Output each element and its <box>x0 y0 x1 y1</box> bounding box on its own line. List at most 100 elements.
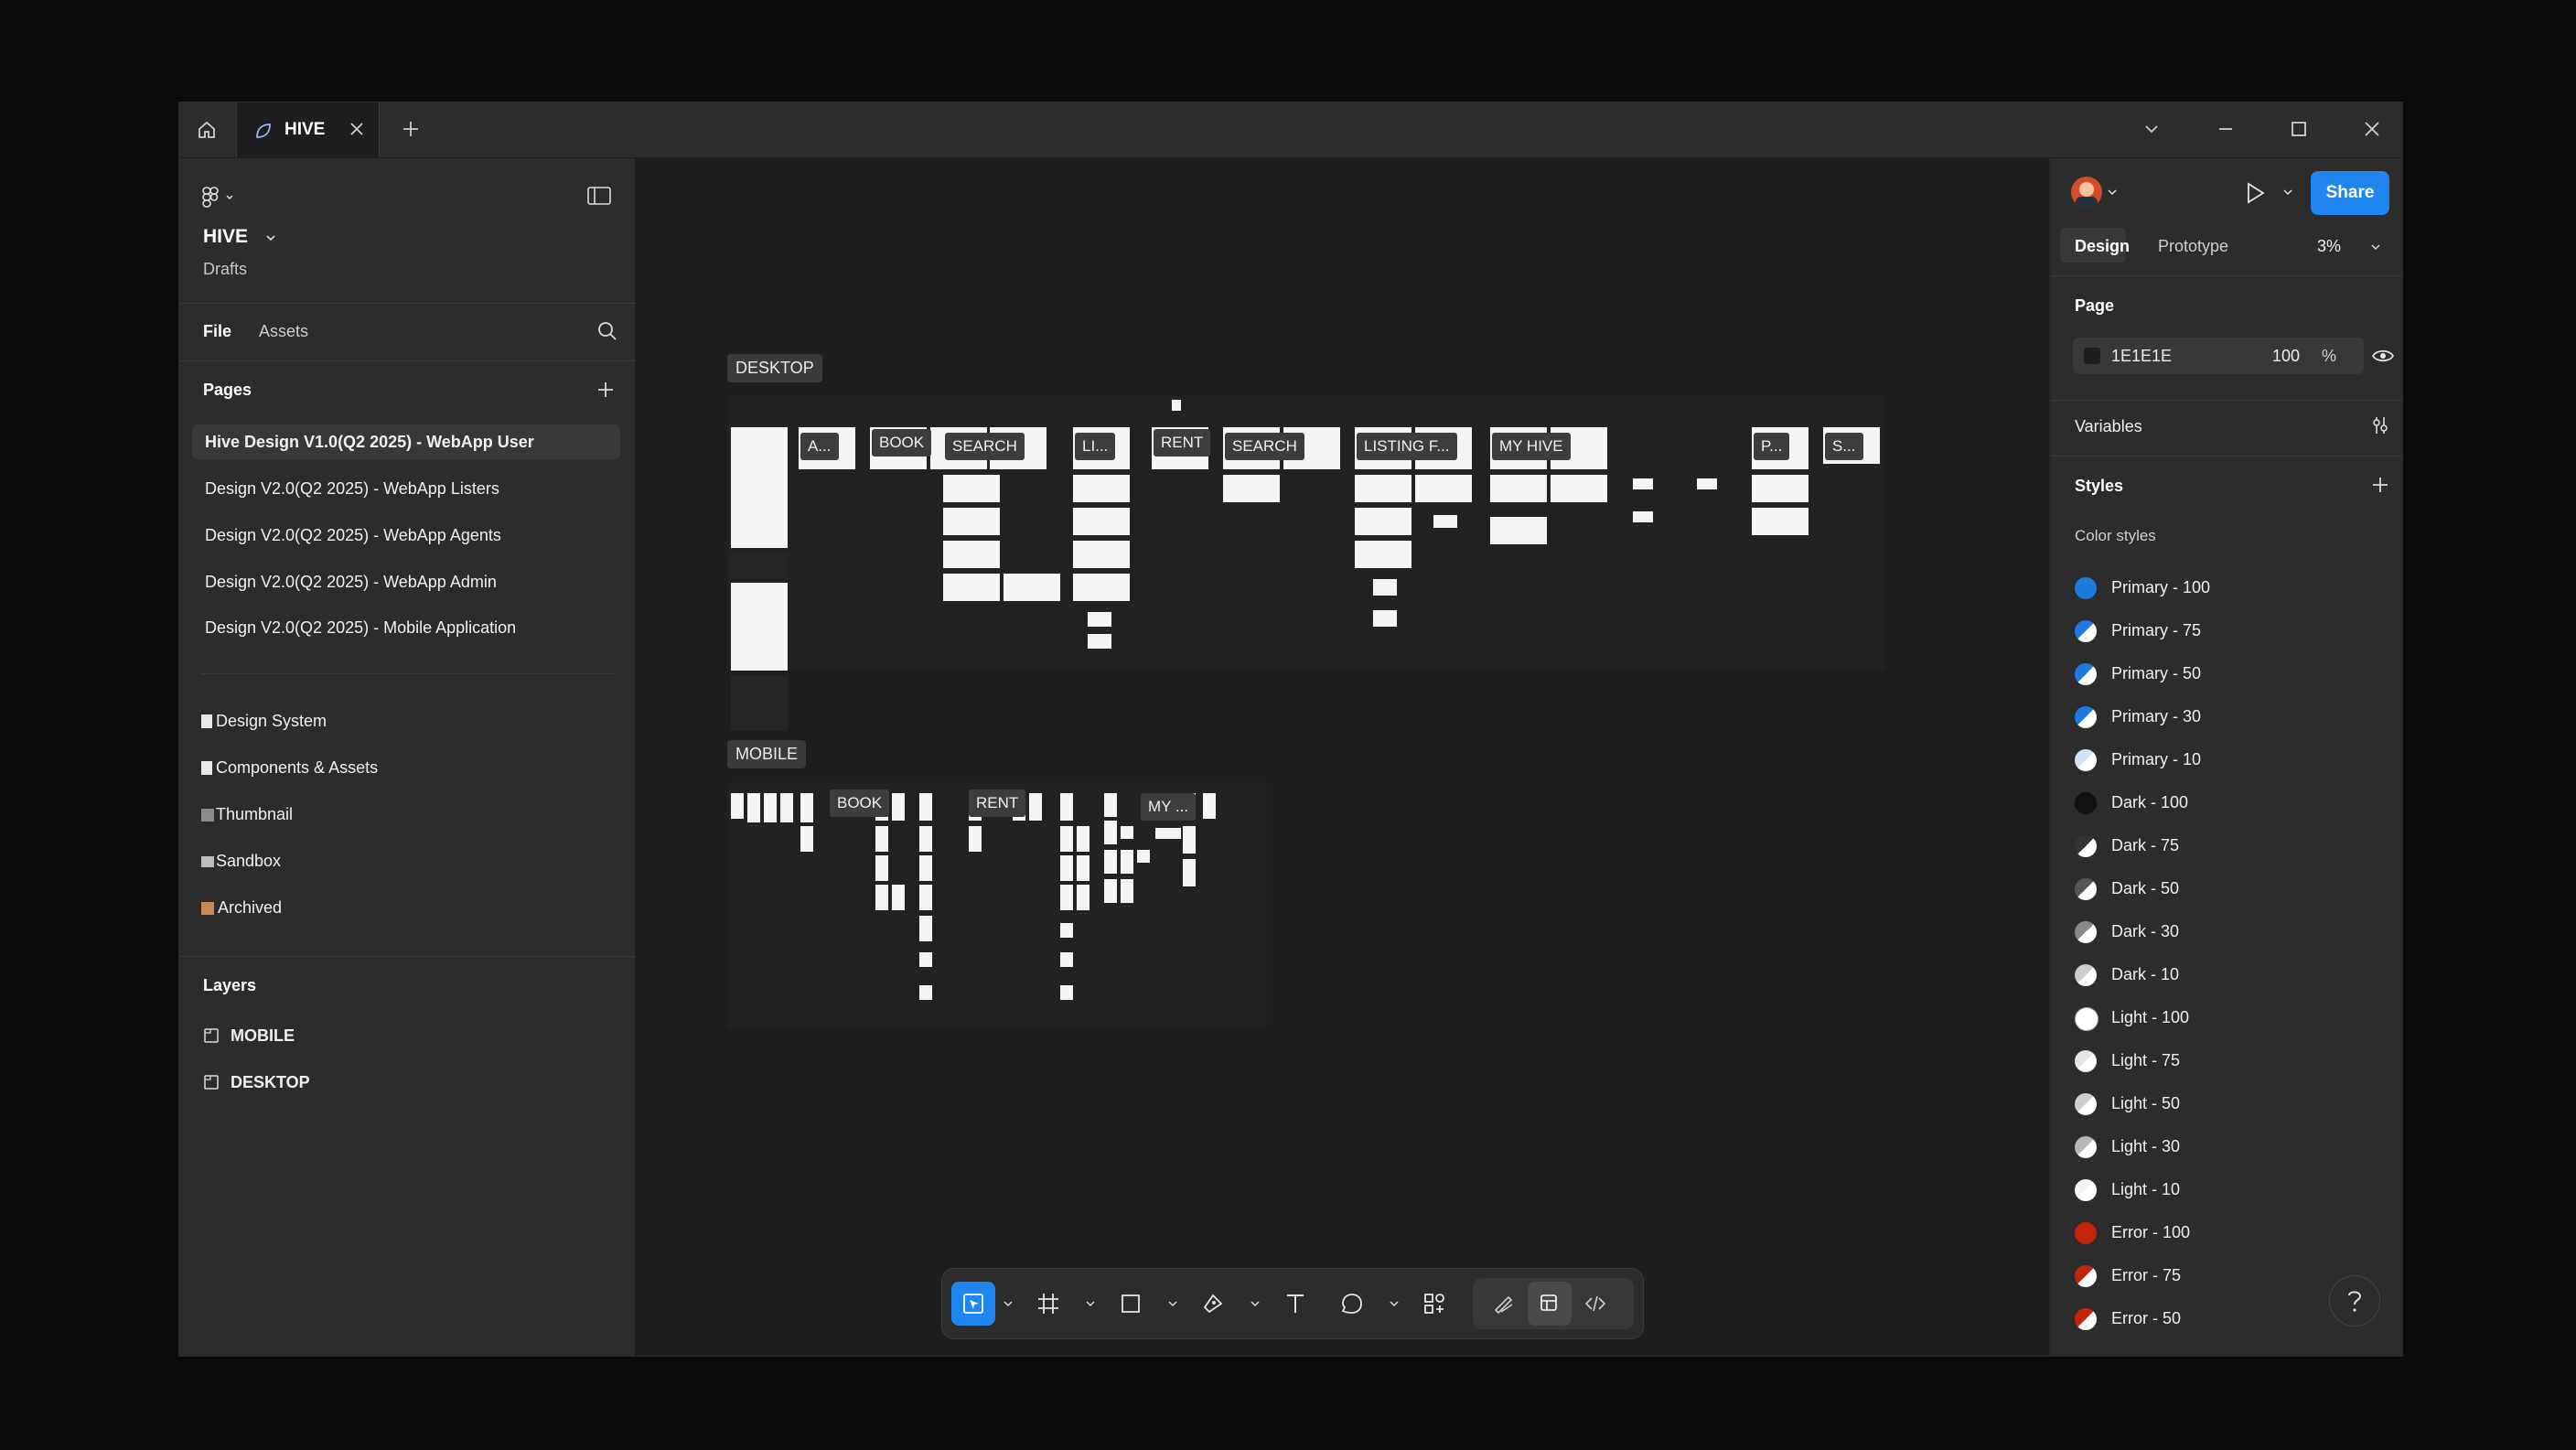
page-item-components[interactable]: Components & Assets <box>192 750 620 785</box>
design-mode-icon[interactable] <box>1528 1282 1572 1326</box>
section-label[interactable]: LI... <box>1075 433 1116 460</box>
screen-thumbnail[interactable] <box>731 583 788 671</box>
screen-thumbnail[interactable] <box>731 427 788 548</box>
screen-thumbnail[interactable] <box>1060 985 1073 1000</box>
chevron-down-icon[interactable] <box>2140 117 2163 145</box>
screen-thumbnail[interactable] <box>1060 923 1073 938</box>
screen-thumbnail[interactable] <box>1104 821 1117 844</box>
page-opacity[interactable]: 100 <box>2272 347 2300 366</box>
section-label[interactable]: BOOK <box>830 789 890 817</box>
page-item[interactable]: Design V2.0(Q2 2025) - WebApp Agents <box>192 518 620 553</box>
chevron-down-icon[interactable] <box>1250 1296 1261 1313</box>
file-name[interactable]: HIVE <box>203 226 248 248</box>
main-menu-icon[interactable] <box>201 186 236 214</box>
section-label[interactable]: RENT <box>1154 429 1211 456</box>
layer-item-desktop[interactable]: DESKTOP <box>192 1065 620 1100</box>
screen-thumbnail[interactable] <box>1121 850 1133 874</box>
screen-thumbnail[interactable] <box>875 855 888 881</box>
tab-hive[interactable]: HIVE <box>236 102 380 157</box>
screen-thumbnail[interactable] <box>919 916 932 941</box>
screen-thumbnail[interactable] <box>919 793 932 821</box>
screen-thumbnail[interactable] <box>1633 478 1653 489</box>
screen-thumbnail[interactable] <box>1004 574 1060 601</box>
chevron-down-icon[interactable] <box>1085 1296 1096 1313</box>
screen-thumbnail[interactable] <box>1373 579 1397 596</box>
draw-mode-icon[interactable] <box>1482 1282 1526 1326</box>
screen-thumbnail[interactable] <box>1373 610 1397 627</box>
screen-thumbnail[interactable] <box>943 475 1000 502</box>
screen-thumbnail[interactable] <box>969 826 982 852</box>
screen-thumbnail[interactable] <box>943 541 1000 568</box>
screen-thumbnail[interactable] <box>1355 475 1411 502</box>
page-item-archived[interactable]: Archived <box>192 890 620 925</box>
screen-thumbnail[interactable] <box>1073 541 1130 568</box>
screen-thumbnail[interactable] <box>1183 826 1196 854</box>
rectangle-tool-icon[interactable] <box>1109 1282 1153 1326</box>
screen-thumbnail[interactable] <box>1183 859 1196 886</box>
screen-thumbnail[interactable] <box>1088 634 1111 649</box>
screen-thumbnail[interactable] <box>919 885 932 910</box>
section-label[interactable]: SEARCH <box>945 433 1025 460</box>
screen-thumbnail[interactable] <box>1752 475 1809 502</box>
chevron-down-icon[interactable] <box>1003 1296 1014 1313</box>
screen-thumbnail[interactable] <box>1355 541 1411 568</box>
home-icon[interactable] <box>190 113 223 146</box>
page-item-design-system[interactable]: Design System <box>192 704 620 738</box>
screen-thumbnail[interactable] <box>1077 855 1089 881</box>
screen-thumbnail[interactable] <box>1077 885 1089 910</box>
maximize-icon[interactable] <box>2287 117 2311 145</box>
mobile-frame-label[interactable]: MOBILE <box>727 740 807 768</box>
section-label[interactable]: S... <box>1825 433 1863 460</box>
add-style-icon[interactable] <box>2369 474 2391 500</box>
screen-thumbnail[interactable] <box>1551 475 1607 502</box>
screen-thumbnail[interactable] <box>1104 850 1117 874</box>
screen-thumbnail[interactable] <box>1073 508 1130 535</box>
color-swatch[interactable] <box>2084 348 2100 364</box>
variables-title[interactable]: Variables <box>2075 417 2142 436</box>
screen-thumbnail[interactable] <box>875 826 888 852</box>
screen-thumbnail[interactable] <box>1697 478 1717 489</box>
page-item-thumbnail[interactable]: Thumbnail <box>192 797 620 832</box>
screen-thumbnail[interactable] <box>1172 400 1181 411</box>
section-label[interactable]: SEARCH <box>1225 433 1304 460</box>
screen-thumbnail[interactable] <box>1203 793 1216 819</box>
screen-thumbnail[interactable] <box>764 793 777 822</box>
section-label[interactable]: MY ... <box>1141 793 1197 821</box>
screen-thumbnail[interactable] <box>747 793 760 822</box>
chevron-down-icon[interactable] <box>2106 186 2119 202</box>
screen-thumbnail[interactable] <box>919 826 932 852</box>
screen-thumbnail[interactable] <box>1168 828 1181 839</box>
chevron-down-icon[interactable] <box>2281 186 2294 202</box>
screen-thumbnail[interactable] <box>1490 475 1547 502</box>
screen-thumbnail[interactable] <box>1752 508 1809 535</box>
new-tab-icon[interactable] <box>401 119 421 144</box>
pen-tool-icon[interactable] <box>1191 1282 1235 1326</box>
layer-item-mobile[interactable]: MOBILE <box>192 1018 620 1053</box>
screen-thumbnail[interactable] <box>1155 828 1168 839</box>
screen-thumbnail[interactable] <box>780 793 793 822</box>
screen-thumbnail[interactable] <box>1060 885 1073 910</box>
chevron-down-icon[interactable] <box>1389 1296 1400 1313</box>
move-tool-icon[interactable] <box>951 1282 995 1326</box>
screen-thumbnail[interactable] <box>943 574 1000 601</box>
tab-file[interactable]: File <box>203 322 231 341</box>
screen-thumbnail[interactable] <box>800 793 813 822</box>
close-tab-icon[interactable] <box>349 121 365 142</box>
screen-thumbnail[interactable] <box>731 676 788 731</box>
page-item[interactable]: Design V2.0(Q2 2025) - Mobile Applicatio… <box>192 610 620 645</box>
zoom-level[interactable]: 3% <box>2317 237 2341 256</box>
screen-thumbnail[interactable] <box>1060 952 1073 967</box>
file-location[interactable]: Drafts <box>203 260 247 279</box>
screen-thumbnail[interactable] <box>919 855 932 881</box>
screen-thumbnail[interactable] <box>1490 517 1547 544</box>
screen-thumbnail[interactable] <box>1415 475 1472 502</box>
screen-thumbnail[interactable] <box>1121 826 1133 839</box>
page-color-hex[interactable]: 1E1E1E <box>2111 347 2172 366</box>
eye-icon[interactable] <box>2371 347 2395 370</box>
text-tool-icon[interactable] <box>1273 1282 1317 1326</box>
screen-thumbnail[interactable] <box>1073 475 1130 502</box>
screen-thumbnail[interactable] <box>875 885 888 910</box>
close-window-icon[interactable] <box>2360 117 2384 145</box>
present-play-icon[interactable] <box>2243 180 2267 210</box>
screen-thumbnail[interactable] <box>731 793 744 819</box>
